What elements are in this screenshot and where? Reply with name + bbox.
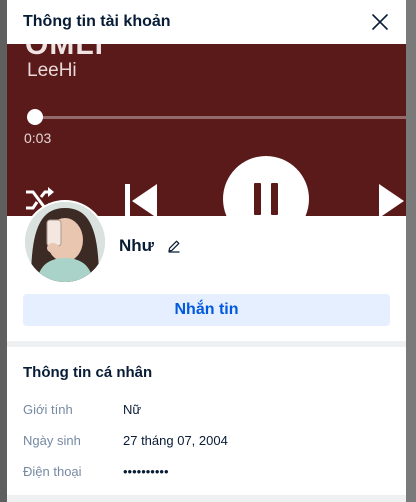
profile-name: Như (119, 236, 154, 255)
next-icon (379, 184, 404, 216)
account-info-modal: Thông tin tài khoản OMLI LeeHi 0:03 Như … (7, 0, 406, 502)
info-value: Nữ (123, 402, 142, 417)
previous-icon (125, 184, 157, 216)
next-button[interactable] (377, 182, 406, 216)
elapsed-time: 0:03 (24, 130, 52, 146)
name-row: Như (119, 236, 182, 256)
edit-name-button[interactable] (166, 238, 182, 254)
backdrop-right (406, 0, 416, 502)
avatar-photo (25, 202, 105, 282)
message-button[interactable]: Nhắn tin (23, 294, 390, 326)
info-row-birthday: Ngày sinh 27 tháng 07, 2004 (23, 433, 228, 448)
section-title: Thông tin cá nhân (23, 364, 153, 381)
info-label: Giới tính (23, 402, 73, 417)
progress-knob[interactable] (27, 109, 43, 125)
section-divider (7, 341, 406, 347)
close-icon (372, 14, 388, 30)
pencil-icon (168, 240, 180, 253)
info-row-gender: Giới tính Nữ (23, 402, 141, 417)
info-label: Ngày sinh (23, 433, 81, 448)
modal-header: Thông tin tài khoản (7, 0, 406, 44)
close-button[interactable] (368, 10, 392, 34)
pause-icon (223, 156, 309, 216)
artist-name: LeeHi (27, 60, 77, 81)
progress-bar[interactable] (35, 116, 406, 119)
info-value: 27 tháng 07, 2004 (123, 433, 228, 448)
info-row-phone: Điện thoại •••••••••• (23, 464, 169, 479)
info-label: Điện thoại (23, 464, 82, 479)
cover-photo: OMLI LeeHi 0:03 (7, 44, 406, 216)
previous-button[interactable] (123, 182, 159, 216)
bottom-divider (7, 495, 406, 502)
modal-title: Thông tin tài khoản (23, 13, 171, 30)
pause-button[interactable] (223, 156, 309, 216)
backdrop-left (0, 0, 7, 502)
info-value: •••••••••• (123, 464, 169, 479)
avatar[interactable] (23, 200, 107, 284)
